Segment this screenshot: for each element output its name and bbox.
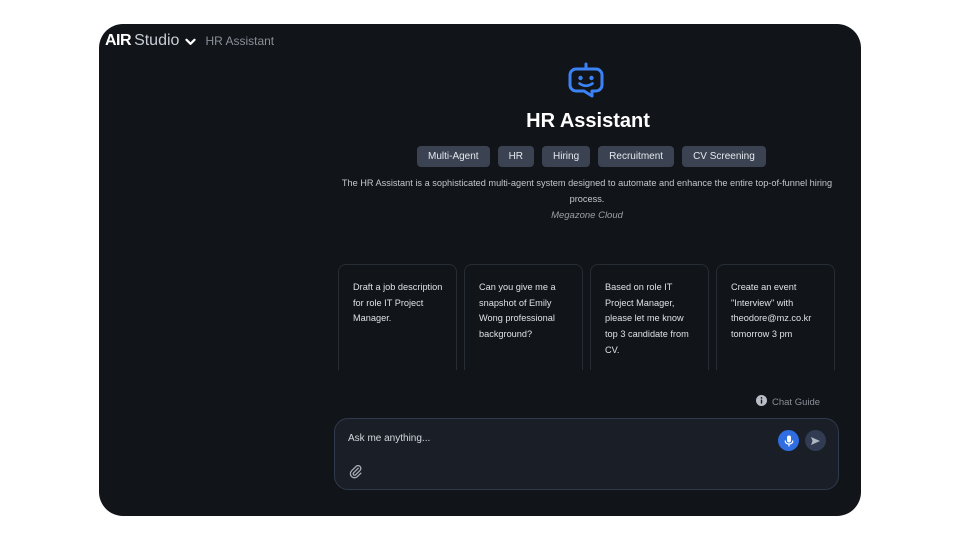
attach-button[interactable]: [348, 464, 364, 480]
paperclip-icon: [349, 465, 362, 479]
app-window: AIR Studio HR Assistant HR Assistant Mul…: [99, 24, 861, 516]
chevron-down-icon[interactable]: [185, 38, 197, 46]
tag-hiring: Hiring: [542, 146, 591, 167]
info-icon: [756, 395, 767, 409]
chat-guide-label: Chat Guide: [772, 396, 821, 408]
suggestion-card-top-candidates[interactable]: Based on role IT Project Manager, please…: [590, 264, 709, 370]
chat-composer: [334, 418, 839, 490]
assistant-title: HR Assistant: [526, 110, 650, 132]
tag-multi-agent: Multi-Agent: [417, 146, 490, 167]
chat-guide-link[interactable]: Chat Guide: [756, 395, 820, 409]
microphone-icon: [784, 435, 793, 446]
tag-recruitment: Recruitment: [598, 146, 675, 167]
assistant-author: Megazone Cloud: [551, 210, 623, 221]
studio-label: Studio: [134, 32, 180, 49]
tag-list: Multi-Agent HR Hiring Recruitment CV Scr…: [417, 146, 766, 167]
suggestion-cards: Draft a job description for role IT Proj…: [338, 264, 835, 370]
chat-input[interactable]: [348, 429, 748, 447]
send-button[interactable]: [805, 430, 826, 451]
app-header: AIR Studio HR Assistant: [105, 32, 274, 50]
send-icon: [811, 436, 820, 445]
breadcrumb-current-page: HR Assistant: [205, 34, 275, 48]
suggestion-card-job-description[interactable]: Draft a job description for role IT Proj…: [338, 264, 457, 370]
tag-hr: HR: [497, 146, 535, 167]
microphone-button[interactable]: [778, 430, 799, 451]
robot-chat-icon: [567, 62, 605, 100]
air-logo: AIR: [105, 32, 132, 49]
tag-cv-screening: CV Screening: [682, 146, 766, 167]
suggestion-card-create-event[interactable]: Create an event "Interview" with theodor…: [716, 264, 835, 370]
assistant-description: The HR Assistant is a sophisticated mult…: [341, 178, 833, 204]
suggestion-card-candidate-snapshot[interactable]: Can you give me a snapshot of Emily Wong…: [464, 264, 583, 370]
